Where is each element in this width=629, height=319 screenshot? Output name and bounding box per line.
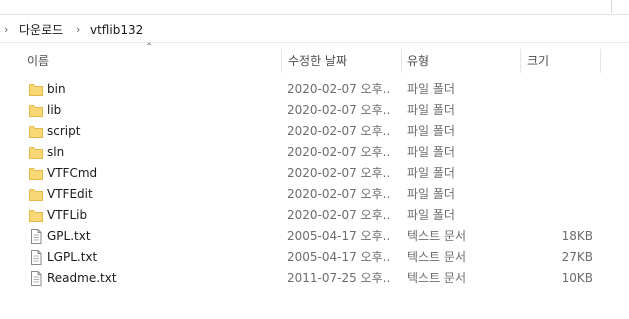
file-type: 텍스트 문서 xyxy=(407,250,467,264)
column-divider[interactable] xyxy=(520,49,521,73)
file-size: 10KB xyxy=(561,271,593,285)
file-row[interactable]: GPL.txt 2005-04-17 오후... 텍스트 문서 18KB xyxy=(0,226,629,247)
text-file-icon xyxy=(29,271,43,286)
file-date-modified: 2020-02-07 오후... xyxy=(287,166,391,180)
file-date-modified: 2011-07-25 오후... xyxy=(287,271,391,285)
file-date-modified: 2020-02-07 오후... xyxy=(287,124,391,138)
file-row[interactable]: VTFCmd 2020-02-07 오후... 파일 폴더 xyxy=(0,163,629,184)
file-date-modified: 2020-02-07 오후... xyxy=(287,145,391,159)
folder-icon xyxy=(29,124,43,139)
file-size xyxy=(527,121,593,142)
column-header-name[interactable]: 이름 xyxy=(27,49,49,73)
column-header-size[interactable]: 크기 xyxy=(527,49,549,73)
file-size: 18KB xyxy=(561,229,593,243)
file-row[interactable]: script 2020-02-07 오후... 파일 폴더 xyxy=(0,121,629,142)
file-date-modified: 2020-02-07 오후... xyxy=(287,187,391,201)
file-row[interactable]: VTFEdit 2020-02-07 오후... 파일 폴더 xyxy=(0,184,629,205)
file-name: script xyxy=(47,124,81,138)
file-type: 텍스트 문서 xyxy=(407,229,467,243)
folder-icon xyxy=(29,82,43,97)
text-file-icon xyxy=(29,250,43,265)
file-name: VTFEdit xyxy=(47,187,93,201)
file-row[interactable]: lib 2020-02-07 오후... 파일 폴더 xyxy=(0,100,629,121)
breadcrumb-item-downloads[interactable]: 다운로드 xyxy=(19,22,63,38)
folder-icon xyxy=(29,145,43,160)
search-field-edge[interactable] xyxy=(0,0,612,13)
file-row[interactable]: LGPL.txt 2005-04-17 오후... 텍스트 문서 27KB xyxy=(0,247,629,268)
file-row[interactable]: VTFLib 2020-02-07 오후... 파일 폴더 xyxy=(0,205,629,226)
file-date-modified: 2005-04-17 오후... xyxy=(287,229,391,243)
column-header-row: 이름 수정한 날짜 유형 크기 xyxy=(0,49,629,73)
file-size xyxy=(527,184,593,205)
file-type: 파일 폴더 xyxy=(407,208,455,222)
file-type: 파일 폴더 xyxy=(407,145,455,159)
column-divider[interactable] xyxy=(600,49,601,73)
file-date-modified: 2020-02-07 오후... xyxy=(287,208,391,222)
file-row[interactable]: sln 2020-02-07 오후... 파일 폴더 xyxy=(0,142,629,163)
file-date-modified: 2020-02-07 오후... xyxy=(287,103,391,117)
folder-icon xyxy=(29,166,43,181)
file-name: bin xyxy=(47,82,66,96)
breadcrumb-chevron-icon[interactable]: › xyxy=(4,22,8,38)
folder-icon xyxy=(29,103,43,118)
file-size xyxy=(527,142,593,163)
file-size xyxy=(527,79,593,100)
file-name: LGPL.txt xyxy=(47,250,98,264)
file-size xyxy=(527,163,593,184)
file-type: 파일 폴더 xyxy=(407,82,455,96)
address-bar[interactable]: › 다운로드 › vtflib132 xyxy=(0,18,629,43)
file-type: 파일 폴더 xyxy=(407,166,455,180)
folder-icon xyxy=(29,208,43,223)
file-size: 27KB xyxy=(561,250,593,264)
file-name: Readme.txt xyxy=(47,271,117,285)
search-bar-strip xyxy=(0,0,629,15)
file-date-modified: 2020-02-07 오후... xyxy=(287,82,391,96)
breadcrumb-separator-icon[interactable]: › xyxy=(76,22,80,38)
file-name: lib xyxy=(47,103,62,117)
file-name: sln xyxy=(47,145,65,159)
file-size xyxy=(527,100,593,121)
column-divider[interactable] xyxy=(401,49,402,73)
column-divider[interactable] xyxy=(281,49,282,73)
column-header-type[interactable]: 유형 xyxy=(407,49,429,73)
column-header-date[interactable]: 수정한 날짜 xyxy=(288,49,347,73)
file-name: VTFLib xyxy=(47,208,88,222)
folder-icon xyxy=(29,187,43,202)
file-size xyxy=(527,205,593,226)
file-name: VTFCmd xyxy=(47,166,98,180)
file-type: 파일 폴더 xyxy=(407,124,455,138)
file-row[interactable]: Readme.txt 2011-07-25 오후... 텍스트 문서 10KB xyxy=(0,268,629,289)
file-type: 파일 폴더 xyxy=(407,103,455,117)
file-name: GPL.txt xyxy=(47,229,91,243)
text-file-icon xyxy=(29,229,43,244)
file-type: 텍스트 문서 xyxy=(407,271,467,285)
file-row[interactable]: bin 2020-02-07 오후... 파일 폴더 xyxy=(0,79,629,100)
file-date-modified: 2005-04-17 오후... xyxy=(287,250,391,264)
file-type: 파일 폴더 xyxy=(407,187,455,201)
breadcrumb-item-vtflib132[interactable]: vtflib132 xyxy=(90,22,143,38)
